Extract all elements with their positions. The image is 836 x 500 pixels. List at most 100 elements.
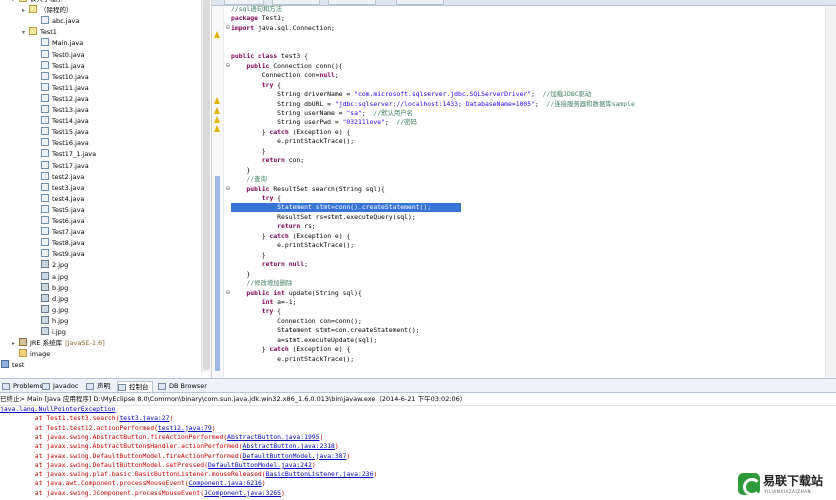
collapsed-arrow-icon[interactable]: ▸: [12, 0, 19, 5]
tab-problems[interactable]: Problems: [2, 381, 43, 392]
code-line[interactable]: Connection con=conn();: [231, 317, 362, 326]
code-line[interactable]: Connection con=null;: [231, 71, 339, 80]
tree-item[interactable]: 2.jpg: [34, 260, 68, 271]
explorer-scrollbar-thumb[interactable]: [203, 0, 210, 370]
tree-item[interactable]: Test12.java: [34, 93, 89, 105]
tree-item[interactable]: Test11.java: [34, 82, 89, 94]
collapsed-arrow-icon[interactable]: ▸: [12, 338, 19, 349]
tree-item[interactable]: ▾ Test1: [22, 27, 57, 38]
editor-tab[interactable]: [396, 0, 444, 5]
tab-db-browser[interactable]: DB Browser: [158, 381, 207, 392]
source-link[interactable]: test3.java:27: [119, 414, 169, 422]
code-line[interactable]: String dbURL = "jdbc:sqlserver://localho…: [231, 100, 635, 109]
code-line[interactable]: package Test1;: [231, 14, 285, 23]
code-line[interactable]: e.printStackTrace();: [231, 137, 354, 146]
tree-item[interactable]: Test8.java: [34, 238, 85, 249]
source-link[interactable]: DefaultButtonModel.java:387: [243, 452, 347, 460]
tree-item[interactable]: Test17_1.java: [34, 149, 96, 160]
code-line[interactable]: //修改增加删除: [231, 279, 292, 288]
console-output[interactable]: java.lang.NullPointerException at Test1.…: [0, 406, 836, 500]
code-line[interactable]: import java.sql.Connection;: [231, 24, 335, 33]
code-line[interactable]: int a=-1;: [231, 298, 297, 307]
tree-item[interactable]: Test15.java: [34, 127, 89, 138]
code-line[interactable]: }: [231, 251, 266, 260]
code-line[interactable]: ResultSet rs=stmt.executeQuery(sql);: [231, 213, 416, 222]
code-line[interactable]: return null;: [231, 260, 308, 269]
code-line[interactable]: } catch (Exception e) {: [231, 128, 351, 137]
tree-item[interactable]: ▸test: [0, 360, 24, 371]
code-line[interactable]: try {: [231, 81, 281, 90]
code-editor[interactable]: //sql语句和方法 package Test1; import java.sql.…: [211, 0, 836, 378]
code-line[interactable]: public Connection conn(){: [231, 62, 342, 71]
code-line[interactable]: public class test3 {: [231, 52, 308, 61]
tab-声明[interactable]: 声明: [86, 381, 110, 392]
fold-toggle-icon[interactable]: ⊖: [225, 289, 231, 296]
tree-item[interactable]: Test14.java: [34, 116, 89, 127]
editor-scrollbar[interactable]: [825, 6, 836, 378]
code-line[interactable]: e.printStackTrace();: [231, 355, 354, 364]
tree-item[interactable]: Test10.java: [34, 71, 89, 83]
tree-item[interactable]: test2.java: [34, 171, 84, 183]
code-line[interactable]: public ResultSet search(String sql){: [231, 185, 385, 194]
code-line[interactable]: String driverName = "com.microsoft.sqlse…: [231, 90, 591, 99]
tab-javadoc[interactable]: Javadoc: [42, 381, 78, 392]
tree-item[interactable]: i.jpg: [34, 327, 66, 338]
source-link[interactable]: BasicButtonListener.java:236: [266, 470, 374, 478]
fold-toggle-icon[interactable]: ⊖: [225, 24, 231, 31]
source-link[interactable]: JComponent.java:3265: [204, 489, 281, 497]
tab-控制台[interactable]: 控制台: [117, 381, 153, 392]
tree-item[interactable]: ▸ （除程的）: [22, 5, 73, 16]
code-line[interactable]: }: [231, 166, 250, 175]
warning-icon[interactable]: [214, 106, 221, 114]
collapsed-arrow-icon[interactable]: ▸: [22, 5, 29, 16]
source-link[interactable]: DefaultButtonModel.java:242: [208, 461, 312, 469]
tree-item[interactable]: Test9.java: [34, 249, 85, 260]
tree-item[interactable]: Test5.java: [34, 204, 85, 216]
tree-item[interactable]: a.jpg: [34, 271, 68, 283]
source-link[interactable]: AbstractButton.java:2318: [243, 442, 335, 450]
code-line[interactable]: a=stmt.executeUpdate(sql);: [231, 336, 377, 345]
tree-item[interactable]: test4.java: [34, 193, 84, 205]
tree-item[interactable]: test3.java: [34, 182, 84, 194]
editor-tab[interactable]: [328, 0, 376, 5]
selected-code-line[interactable]: Statement stmt=conn().createStatement();: [231, 203, 461, 213]
code-line[interactable]: }: [231, 270, 250, 279]
code-line[interactable]: return rs;: [231, 222, 316, 231]
tree-item[interactable]: image: [12, 349, 50, 360]
code-line[interactable]: String userPwd = "03211love"; //密码: [231, 118, 417, 127]
tree-item[interactable]: Test6.java: [34, 216, 85, 227]
source-link[interactable]: Component.java:6216: [189, 479, 262, 487]
tree-item[interactable]: g.jpg: [34, 304, 68, 316]
expanded-arrow-icon[interactable]: ▾: [22, 27, 29, 38]
code-line[interactable]: //sql语句和方法: [231, 5, 282, 14]
code-line[interactable]: } catch (Exception e) {: [231, 345, 351, 354]
tree-item[interactable]: Test0.java: [34, 49, 85, 61]
tree-item[interactable]: b.jpg: [34, 282, 68, 294]
tree-item[interactable]: Main.java: [34, 38, 83, 49]
tree-item[interactable]: Test17.java: [34, 160, 89, 172]
tree-item[interactable]: Test16.java: [34, 138, 89, 149]
code-line[interactable]: public int update(String sql){: [231, 289, 361, 298]
code-line[interactable]: } catch (Exception e) {: [231, 232, 351, 241]
tree-item[interactable]: Test1.java: [34, 60, 85, 72]
source-link[interactable]: AbstractButton.java:1995: [227, 433, 319, 441]
explorer-scrollbar[interactable]: [201, 0, 210, 372]
tree-item[interactable]: abc.java: [34, 16, 79, 27]
code-line[interactable]: String userName = "sa"; //默认用户名: [231, 109, 413, 118]
tree-item[interactable]: Test7.java: [34, 227, 85, 238]
fold-toggle-icon[interactable]: ⊖: [225, 62, 231, 69]
fold-toggle-icon[interactable]: ⊖: [225, 185, 231, 192]
tree-item[interactable]: Test13.java: [34, 105, 89, 116]
code-line[interactable]: e.printStackTrace();: [231, 241, 354, 250]
code-line[interactable]: try {: [231, 194, 281, 203]
stack-trace-text[interactable]: java.lang.NullPointerException: [0, 406, 115, 413]
code-line[interactable]: //查询: [231, 175, 267, 184]
code-line[interactable]: }: [231, 147, 266, 156]
source-link[interactable]: test12.java:79: [158, 424, 212, 432]
code-line[interactable]: try {: [231, 307, 281, 316]
tree-item[interactable]: h.jpg: [34, 315, 68, 327]
tree-item[interactable]: ▸ JRE 系统库 [JavaSE-1.6]: [12, 338, 105, 349]
warning-icon[interactable]: [214, 97, 221, 105]
warning-icon[interactable]: [214, 125, 221, 133]
warning-icon[interactable]: [214, 30, 221, 38]
